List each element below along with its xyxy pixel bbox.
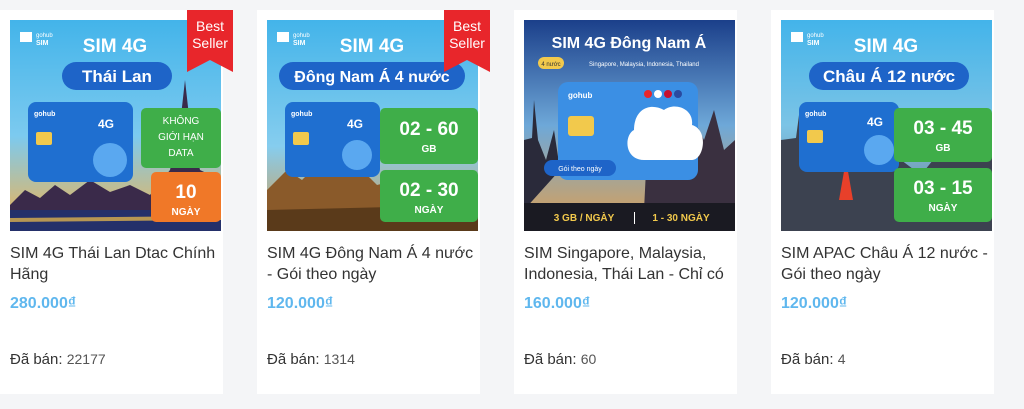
svg-text:gohub: gohub xyxy=(805,111,826,118)
product-price: 280.000₫ xyxy=(10,295,77,312)
svg-text:SIM: SIM xyxy=(807,40,820,47)
product-card[interactable]: gohub SIM SIM 4G Châu Á 12 nước gohub 4G… xyxy=(771,10,994,394)
sold-count: Đã bán: 4 xyxy=(781,351,846,368)
image-headline: SIM 4G xyxy=(83,36,147,57)
svg-text:Gói theo ngày: Gói theo ngày xyxy=(558,166,602,173)
svg-text:NGÀY: NGÀY xyxy=(415,203,444,216)
svg-text:3 GB / NGÀY: 3 GB / NGÀY xyxy=(554,211,615,224)
sold-count: Đã bán: 60 xyxy=(524,351,597,368)
svg-text:4G: 4G xyxy=(867,115,883,129)
svg-text:gohub: gohub xyxy=(291,111,312,118)
product-price: 120.000₫ xyxy=(267,295,334,312)
svg-text:4 nước: 4 nước xyxy=(541,62,560,68)
svg-text:GIỚI HẠN: GIỚI HẠN xyxy=(158,130,204,143)
svg-text:SIM: SIM xyxy=(293,40,306,47)
product-price: 160.000₫ xyxy=(524,295,591,312)
svg-text:4G: 4G xyxy=(347,117,363,131)
svg-text:SIM: SIM xyxy=(36,40,49,47)
product-card[interactable]: gohub SIM SIM 4G Thái Lan gohub 4G KHÔNG… xyxy=(0,10,233,394)
product-title[interactable]: SIM APAC Châu Á 12 nước - Gói theo ngày xyxy=(781,243,996,285)
svg-text:GB: GB xyxy=(936,143,951,154)
product-title[interactable]: SIM 4G Đông Nam Á 4 nước - Gói theo ngày xyxy=(267,243,482,285)
product-image[interactable]: SIM 4G Đông Nam Á 4 nước Singapore, Mala… xyxy=(524,20,735,231)
brand-logo: gohub xyxy=(807,33,824,39)
svg-text:02 - 60: 02 - 60 xyxy=(399,119,458,140)
best-seller-badge: Best Seller xyxy=(187,10,233,72)
image-destination: Thái Lan xyxy=(82,67,152,86)
svg-text:NGÀY: NGÀY xyxy=(172,205,201,218)
svg-text:1 - 30 NGÀY: 1 - 30 NGÀY xyxy=(652,211,710,224)
best-seller-badge: Best Seller xyxy=(444,10,490,72)
product-card[interactable]: gohub SIM SIM 4G Đông Nam Á 4 nước gohub… xyxy=(257,10,490,394)
svg-text:02 - 30: 02 - 30 xyxy=(399,180,458,201)
product-card[interactable]: SIM 4G Đông Nam Á 4 nước Singapore, Mala… xyxy=(514,10,737,394)
svg-text:KHÔNG: KHÔNG xyxy=(163,114,200,127)
svg-text:03 - 45: 03 - 45 xyxy=(913,118,973,139)
brand-logo: gohub xyxy=(36,33,53,39)
svg-text:gohub: gohub xyxy=(568,91,593,100)
sold-count: Đã bán: 1314 xyxy=(267,351,355,368)
product-title[interactable]: SIM Singapore, Malaysia, Indonesia, Thái… xyxy=(524,243,739,285)
image-headline: SIM 4G xyxy=(340,36,404,57)
svg-text:4G: 4G xyxy=(98,117,114,131)
brand-logo: gohub xyxy=(293,33,310,39)
image-headline: SIM 4G xyxy=(854,36,918,57)
svg-text:gohub: gohub xyxy=(34,111,55,118)
svg-text:DATA: DATA xyxy=(168,148,194,159)
image-destination: Đông Nam Á 4 nước xyxy=(294,67,450,86)
svg-text:GB: GB xyxy=(422,144,437,155)
svg-text:03 - 15: 03 - 15 xyxy=(913,178,973,199)
product-price: 120.000₫ xyxy=(781,295,848,312)
product-title[interactable]: SIM 4G Thái Lan Dtac Chính Hãng xyxy=(10,243,225,285)
image-destination: Châu Á 12 nước xyxy=(823,67,955,86)
svg-text:10: 10 xyxy=(175,182,196,203)
image-headline: SIM 4G Đông Nam Á xyxy=(552,33,707,52)
svg-text:NGÀY: NGÀY xyxy=(929,201,958,214)
svg-text:Singapore, Malaysia, Indonesia: Singapore, Malaysia, Indonesia, Thailand xyxy=(589,62,699,68)
sold-count: Đã bán: 22177 xyxy=(10,351,106,368)
product-image[interactable]: gohub SIM SIM 4G Châu Á 12 nước gohub 4G… xyxy=(781,20,992,231)
